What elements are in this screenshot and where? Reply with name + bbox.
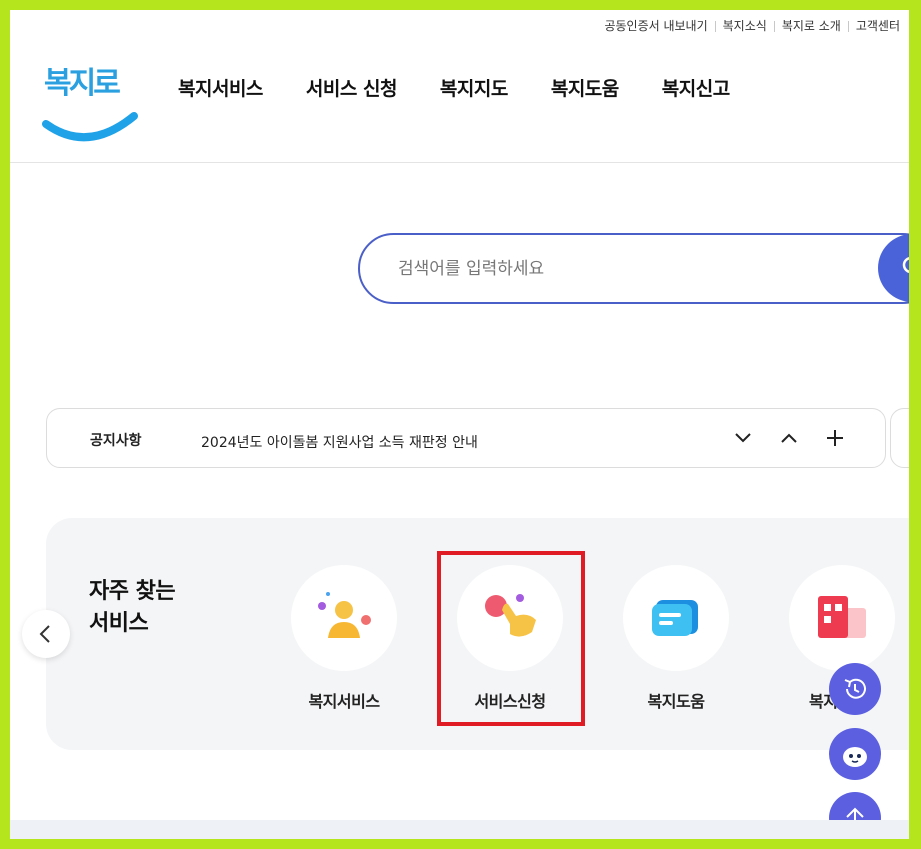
util-link-certificate-export[interactable]: 공동인증서 내보내기 bbox=[597, 18, 714, 34]
chatbot-button[interactable] bbox=[829, 728, 881, 780]
title-line-1: 자주 찾는 bbox=[89, 579, 176, 604]
main-nav: 복지서비스 서비스 신청 복지지도 복지도움 복지신고 bbox=[178, 74, 773, 101]
side-notice-box[interactable] bbox=[890, 408, 909, 468]
site-logo[interactable]: 복지로 bbox=[42, 56, 138, 146]
search-icon bbox=[902, 256, 909, 274]
nav-welfare-report[interactable]: 복지신고 bbox=[662, 74, 730, 101]
service-item-welfare-service[interactable]: 복지서비스 bbox=[289, 565, 399, 712]
plus-icon bbox=[827, 430, 843, 446]
notice-next-button[interactable] bbox=[731, 426, 755, 450]
notice-prev-button[interactable] bbox=[777, 426, 801, 450]
grid-building-icon bbox=[818, 596, 866, 638]
util-link-customer-center[interactable]: 고객센터 bbox=[849, 18, 907, 34]
chevron-down-icon bbox=[735, 433, 751, 443]
nav-welfare-map[interactable]: 복지지도 bbox=[440, 74, 508, 101]
service-label: 복지서비스 bbox=[308, 692, 380, 711]
notice-more-button[interactable] bbox=[823, 426, 847, 450]
chevron-up-icon bbox=[781, 433, 797, 443]
utility-links: 공동인증서 내보내기 복지소식 복지로 소개 고객센터 bbox=[597, 18, 907, 34]
person-icon bbox=[318, 592, 371, 638]
logo-smile-icon bbox=[42, 112, 138, 142]
util-link-about[interactable]: 복지로 소개 bbox=[775, 18, 848, 34]
header-divider bbox=[10, 162, 909, 163]
title-line-2: 서비스 bbox=[89, 611, 149, 636]
notice-label: 공지사항 bbox=[90, 433, 142, 449]
highlight-box bbox=[437, 551, 585, 726]
chat-bubble-icon bbox=[652, 600, 698, 636]
search-input[interactable] bbox=[398, 255, 858, 283]
frequent-services-title: 자주 찾는 서비스 bbox=[89, 576, 176, 640]
service-item-welfare-help[interactable]: 복지도움 bbox=[621, 565, 731, 712]
service-icon-circle bbox=[623, 565, 729, 671]
nav-welfare-help[interactable]: 복지도움 bbox=[551, 74, 619, 101]
search-box bbox=[358, 233, 909, 304]
notice-text[interactable]: 2024년도 아이돌봄 지원사업 소득 재판정 안내 bbox=[201, 432, 478, 452]
service-icon-circle bbox=[291, 565, 397, 671]
recent-history-button[interactable] bbox=[829, 663, 881, 715]
logo-text: 복지로 bbox=[44, 66, 121, 101]
service-label: 복지도움 bbox=[647, 692, 705, 711]
util-link-welfare-news[interactable]: 복지소식 bbox=[716, 18, 774, 34]
nav-welfare-service[interactable]: 복지서비스 bbox=[178, 74, 263, 101]
nav-service-apply[interactable]: 서비스 신청 bbox=[306, 74, 398, 101]
page-frame: 공동인증서 내보내기 복지소식 복지로 소개 고객센터 복지로 복지서비스 서비… bbox=[10, 10, 909, 839]
chevron-left-icon bbox=[39, 625, 50, 643]
service-icon-circle bbox=[789, 565, 895, 671]
notice-bar: 공지사항 2024년도 아이돌봄 지원사업 소득 재판정 안내 bbox=[46, 408, 886, 468]
chatbot-mascot-icon bbox=[843, 747, 867, 767]
next-section-band bbox=[10, 820, 909, 839]
history-icon bbox=[844, 678, 866, 699]
carousel-prev-button[interactable] bbox=[22, 610, 70, 658]
